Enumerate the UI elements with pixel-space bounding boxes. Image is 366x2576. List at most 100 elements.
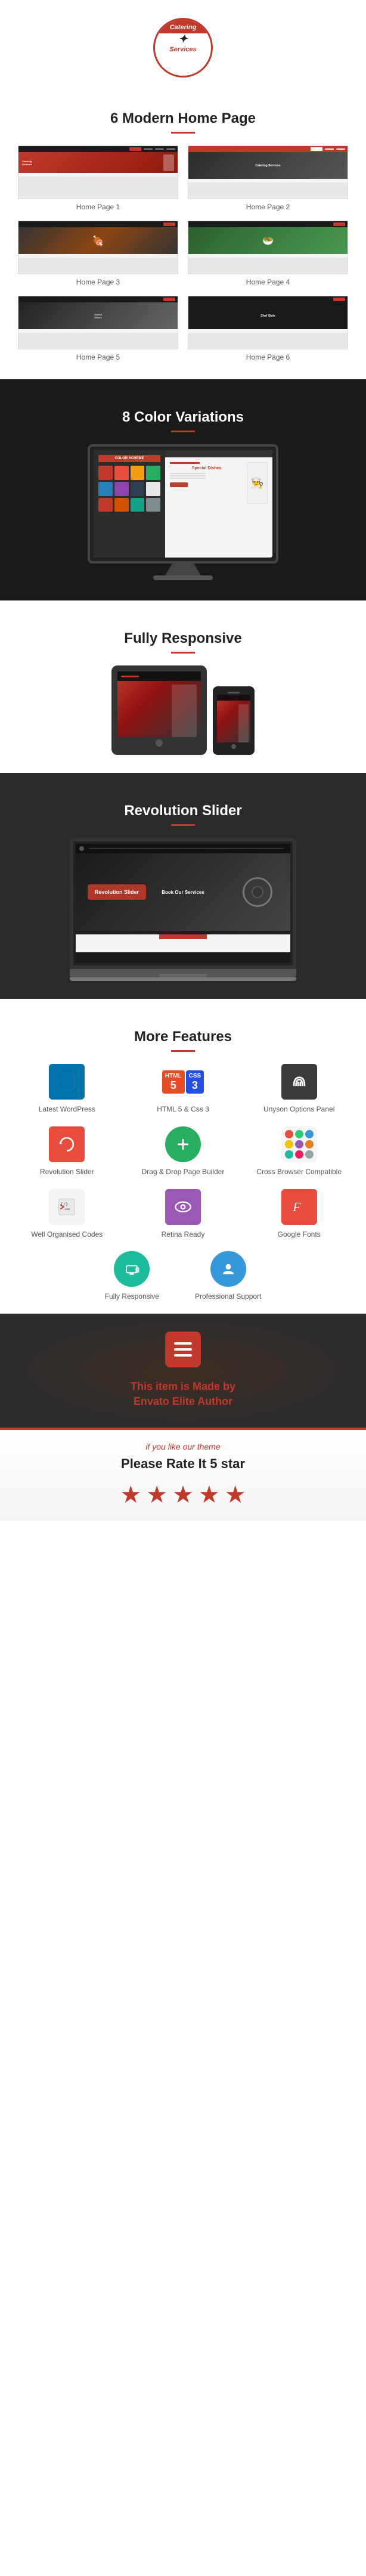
- swatch-7[interactable]: [131, 482, 145, 496]
- home-page-1-item: CateringServices Home Page 1: [18, 145, 178, 211]
- feature-dragdrop: Drag & Drop Page Builder: [128, 1126, 238, 1177]
- ball-7: [285, 1150, 293, 1159]
- header-section: Catering ✦ Services: [0, 0, 366, 92]
- star-5[interactable]: ★: [225, 1481, 246, 1509]
- color-variations-section: 8 Color Variations COLOR SCHEME: [0, 379, 366, 600]
- tm-dark-text-6: Chef Style: [260, 314, 275, 318]
- tm-hero-text-1: CateringServices: [22, 160, 32, 166]
- phone-speaker: [228, 692, 240, 693]
- crossbrowser-icon: [281, 1126, 317, 1162]
- svg-text:F: F: [292, 1200, 301, 1214]
- swatch-3[interactable]: [131, 466, 145, 480]
- swatch-8[interactable]: [146, 482, 160, 496]
- burger-line-2: [174, 1348, 192, 1351]
- home-page-3-thumb[interactable]: [18, 221, 178, 274]
- feature-code: {/} Well Organised Codes: [12, 1189, 122, 1240]
- feature-wordpress: Latest WordPress: [12, 1064, 122, 1114]
- swatch-12[interactable]: [146, 498, 160, 512]
- tm-content-6: [188, 329, 348, 333]
- ball-4: [285, 1140, 293, 1148]
- swatch-2[interactable]: [114, 466, 129, 480]
- tm-content-1: [18, 173, 178, 177]
- made-by-title: This item is Made by Envato Elite Author: [12, 1379, 354, 1409]
- revolution-slider-badge: Revolution Slider: [88, 884, 146, 900]
- feature-responsive: Fully Responsive: [105, 1251, 159, 1302]
- ball-3: [305, 1130, 314, 1138]
- monitor-base: [153, 575, 213, 580]
- revslider-icon: [49, 1126, 85, 1162]
- home-page-3-item: Home Page 3: [18, 221, 178, 286]
- dragdrop-icon: [165, 1126, 201, 1162]
- tm-hero-chef-1: [163, 154, 174, 171]
- thumb-mock-4: [188, 221, 348, 274]
- made-by-section: This item is Made by Envato Elite Author: [0, 1314, 366, 1427]
- feature-html5: HTML5 CSS3 HTML 5 & Css 3: [128, 1064, 238, 1114]
- laptop-screen-outer: Revolution Slider Book Our Services: [70, 838, 296, 969]
- laptop-keyboard: [70, 969, 296, 977]
- tm-nav-6: [188, 296, 348, 302]
- laptop-nav: [76, 844, 290, 853]
- home-page-5-thumb[interactable]: SpecialDishes: [18, 296, 178, 349]
- made-by-line2: Envato Elite Author: [134, 1395, 232, 1407]
- tm-logo-6: [333, 298, 345, 301]
- star-2[interactable]: ★: [146, 1481, 168, 1509]
- star-3[interactable]: ★: [172, 1481, 194, 1509]
- tm-content-3: [18, 254, 178, 258]
- desc-line-3: [170, 478, 206, 479]
- rate-title: Please Rate It 5 star: [12, 1456, 354, 1472]
- home-page-1-thumb[interactable]: CateringServices: [18, 145, 178, 199]
- rate-section: if you like our theme Please Rate It 5 s…: [0, 1428, 366, 1521]
- support-label: Professional Support: [195, 1292, 261, 1302]
- home-pages-title: 6 Modern Home Page: [18, 110, 348, 127]
- tm-logo-3: [163, 222, 175, 226]
- laptop-hero-text: Book Our Services: [162, 890, 204, 895]
- swatch-11[interactable]: [131, 498, 145, 512]
- fonts-label: Google Fonts: [278, 1230, 321, 1240]
- feature-revslider: Revolution Slider: [12, 1126, 122, 1177]
- devices-container: [12, 665, 354, 755]
- swatch-9[interactable]: [98, 498, 113, 512]
- laptop-wrapper: Revolution Slider Book Our Services: [12, 838, 354, 981]
- logo-icon: ✦: [155, 33, 211, 44]
- tablet-device: [111, 665, 207, 755]
- revolution-slider-title: Revolution Slider: [12, 803, 354, 819]
- features-grid: Latest WordPress HTML5 CSS3 HTML 5 & Css…: [12, 1064, 354, 1239]
- css3-badge: CSS3: [186, 1070, 204, 1094]
- tm-nav-item: [325, 148, 334, 150]
- tablet-home-btn[interactable]: [156, 739, 163, 747]
- phone-device: [213, 686, 255, 755]
- tablet-nav: [117, 671, 201, 681]
- tablet-screen-content: [117, 671, 201, 737]
- tm-logo-5: [163, 298, 175, 301]
- monitor-left-panel: COLOR SCHEME: [94, 450, 165, 558]
- swatch-10[interactable]: [114, 498, 129, 512]
- responsive-label: Fully Responsive: [105, 1292, 159, 1302]
- swatch-5[interactable]: [98, 482, 113, 496]
- laptop-base: [70, 977, 296, 981]
- desc-line-1: [170, 473, 206, 474]
- star-1[interactable]: ★: [120, 1481, 141, 1509]
- logo-top: Catering: [155, 20, 211, 33]
- monitor: COLOR SCHEME: [88, 444, 278, 564]
- home-page-6-thumb[interactable]: Chef Style: [188, 296, 348, 349]
- tm-dark-hero-6: Chef Style: [188, 302, 348, 329]
- laptop-screen-content: Revolution Slider Book Our Services: [76, 844, 290, 963]
- phone-home-btn[interactable]: [231, 744, 236, 749]
- overlay-circle: [243, 877, 272, 907]
- hamburger-icon: [165, 1332, 201, 1367]
- html5-icon: HTML5 CSS3: [162, 1064, 204, 1100]
- swatch-4[interactable]: [146, 466, 160, 480]
- home-page-3-label: Home Page 3: [18, 278, 178, 286]
- home-page-4-thumb[interactable]: [188, 221, 348, 274]
- star-4[interactable]: ★: [198, 1481, 220, 1509]
- home-page-4-item: Home Page 4: [188, 221, 348, 286]
- home-page-2-thumb[interactable]: Catering Services: [188, 145, 348, 199]
- tm-logo-1: [129, 147, 141, 151]
- feature-crossbrowser: Cross Browser Compatible: [244, 1126, 354, 1177]
- cta-button: [170, 482, 188, 487]
- swatch-1[interactable]: [98, 466, 113, 480]
- tm-nav-item: [336, 148, 345, 150]
- swatch-6[interactable]: [114, 482, 129, 496]
- title-underline-revolution: [171, 824, 195, 826]
- tm-nav-item: [144, 148, 153, 150]
